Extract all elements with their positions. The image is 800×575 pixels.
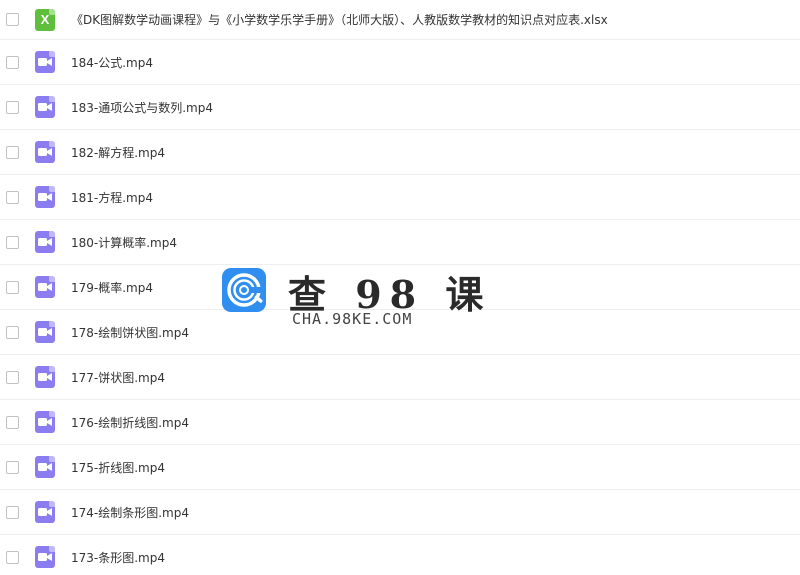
video-file-icon xyxy=(35,276,55,298)
file-select-checkbox[interactable] xyxy=(6,145,19,159)
file-select-checkbox[interactable] xyxy=(6,505,19,519)
file-row[interactable]: 180-计算概率.mp4 xyxy=(0,220,800,265)
video-file-icon xyxy=(35,231,55,253)
file-row[interactable]: 173-条形图.mp4 xyxy=(0,535,800,575)
video-file-icon xyxy=(35,411,55,433)
file-list: X 《DK图解数学动画课程》与《小学数学乐学手册》（北师大版）、人教版数学教材的知… xyxy=(0,0,800,575)
video-file-icon xyxy=(35,141,55,163)
file-row[interactable]: 182-解方程.mp4 xyxy=(0,130,800,175)
file-select-checkbox[interactable] xyxy=(6,325,19,339)
file-row[interactable]: 178-绘制饼状图.mp4 xyxy=(0,310,800,355)
excel-icon-letter: X xyxy=(40,12,50,27)
file-name[interactable]: 175-折线图.mp4 xyxy=(71,459,165,476)
file-name[interactable]: 177-饼状图.mp4 xyxy=(71,369,165,386)
file-name[interactable]: 《DK图解数学动画课程》与《小学数学乐学手册》（北师大版）、人教版数学教材的知识… xyxy=(71,11,608,28)
file-row[interactable]: 183-通项公式与数列.mp4 xyxy=(0,85,800,130)
file-select-checkbox[interactable] xyxy=(6,460,19,474)
file-select-checkbox[interactable] xyxy=(6,280,19,294)
file-name[interactable]: 183-通项公式与数列.mp4 xyxy=(71,99,213,116)
file-name[interactable]: 182-解方程.mp4 xyxy=(71,144,165,161)
file-row[interactable]: 179-概率.mp4 xyxy=(0,265,800,310)
file-select-checkbox[interactable] xyxy=(6,13,19,26)
video-file-icon xyxy=(35,366,55,388)
file-name[interactable]: 176-绘制折线图.mp4 xyxy=(71,414,189,431)
file-name[interactable]: 173-条形图.mp4 xyxy=(71,549,165,566)
video-file-icon xyxy=(35,96,55,118)
video-file-icon xyxy=(35,546,55,568)
file-select-checkbox[interactable] xyxy=(6,55,19,69)
file-name[interactable]: 179-概率.mp4 xyxy=(71,279,153,296)
file-select-checkbox[interactable] xyxy=(6,190,19,204)
file-rows: X 《DK图解数学动画课程》与《小学数学乐学手册》（北师大版）、人教版数学教材的知… xyxy=(0,0,800,575)
file-select-checkbox[interactable] xyxy=(6,235,19,249)
file-select-checkbox[interactable] xyxy=(6,415,19,429)
excel-file-icon: X xyxy=(35,8,55,31)
file-row[interactable]: 177-饼状图.mp4 xyxy=(0,355,800,400)
file-row[interactable]: 184-公式.mp4 xyxy=(0,40,800,85)
video-file-icon xyxy=(35,51,55,73)
file-name[interactable]: 180-计算概率.mp4 xyxy=(71,234,177,251)
file-row[interactable]: 175-折线图.mp4 xyxy=(0,445,800,490)
file-name[interactable]: 181-方程.mp4 xyxy=(71,189,153,206)
video-file-icon xyxy=(35,186,55,208)
file-name[interactable]: 174-绘制条形图.mp4 xyxy=(71,504,189,521)
file-name[interactable]: 184-公式.mp4 xyxy=(71,54,153,71)
video-file-icon xyxy=(35,321,55,343)
file-select-checkbox[interactable] xyxy=(6,100,19,114)
file-select-checkbox[interactable] xyxy=(6,370,19,384)
file-row[interactable]: 181-方程.mp4 xyxy=(0,175,800,220)
file-row[interactable]: X 《DK图解数学动画课程》与《小学数学乐学手册》（北师大版）、人教版数学教材的知… xyxy=(0,0,800,40)
video-file-icon xyxy=(35,456,55,478)
file-row[interactable]: 176-绘制折线图.mp4 xyxy=(0,400,800,445)
video-file-icon xyxy=(35,501,55,523)
file-name[interactable]: 178-绘制饼状图.mp4 xyxy=(71,324,189,341)
file-row[interactable]: 174-绘制条形图.mp4 xyxy=(0,490,800,535)
file-select-checkbox[interactable] xyxy=(6,550,19,564)
